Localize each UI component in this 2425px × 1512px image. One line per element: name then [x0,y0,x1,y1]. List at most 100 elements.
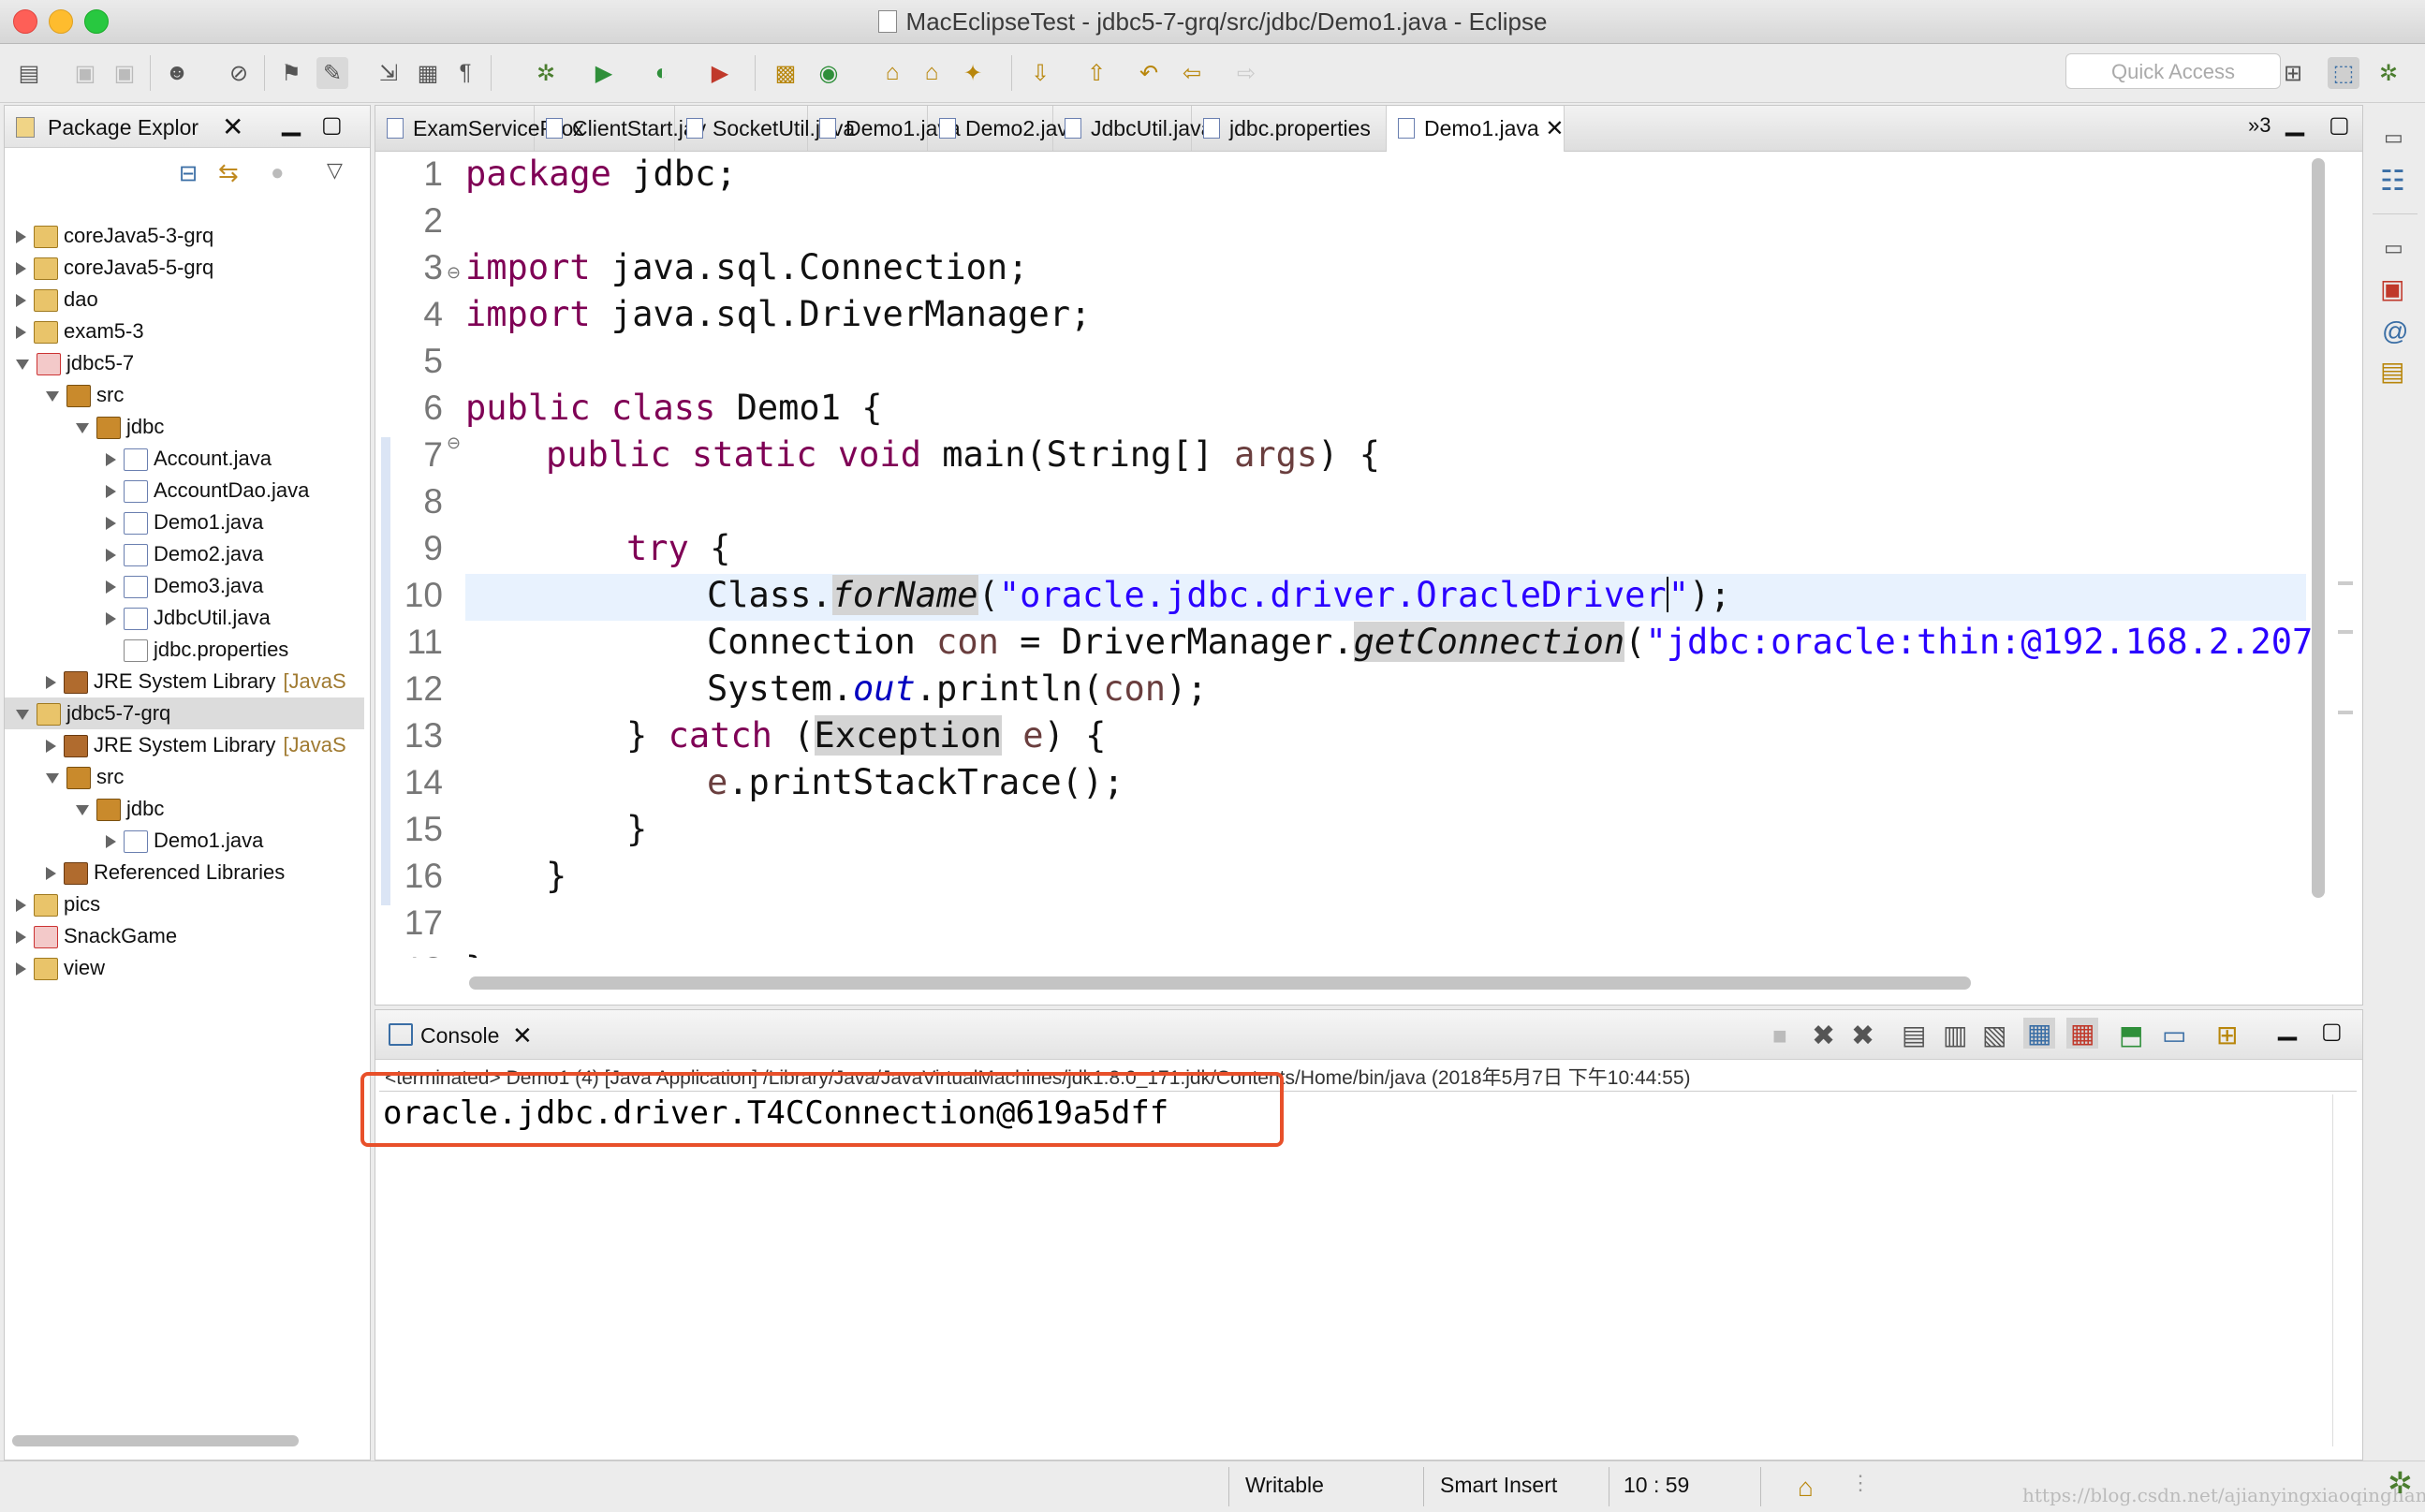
external-tools-icon[interactable]: ▶ [704,57,736,89]
collapsed-arrow-icon[interactable] [16,931,26,945]
fold-method-icon[interactable]: ⊖ [447,433,461,453]
tree-item[interactable]: JdbcUtil.java [106,602,271,634]
expanded-arrow-icon[interactable] [46,390,59,402]
collapsed-arrow-icon[interactable] [46,740,56,754]
run-icon[interactable]: ▶ [588,57,620,89]
editor-tab[interactable]: ClientStart.jav [535,106,706,151]
outline-icon[interactable]: ☷ [2380,165,2405,198]
new-wizard-icon[interactable]: ▤ [13,57,45,89]
editor-minimize-icon[interactable]: ▁ [2285,108,2304,137]
quick-access-field[interactable]: Quick Access [2065,53,2281,89]
tree-item[interactable]: jdbc [76,411,164,443]
open-task-icon[interactable]: ⌂ [916,57,948,89]
tree-item[interactable]: src [46,379,124,411]
progress-icon[interactable]: ⌂ [1798,1473,1814,1503]
coverage-icon[interactable]: ◐ [646,57,678,89]
word-wrap-icon[interactable]: ▧ [1982,1020,2006,1050]
open-type-icon[interactable]: ⚑ [275,57,307,89]
editor-tab[interactable]: JdbcUtil.java [1053,106,1212,151]
javadoc-icon[interactable]: @ [2382,316,2408,346]
restore-icon[interactable]: ▭ [2384,125,2403,150]
new-java-project-icon[interactable]: ▩ [770,57,801,89]
tree-item[interactable]: view [16,952,105,984]
expanded-arrow-icon[interactable] [16,709,29,720]
expanded-arrow-icon[interactable] [46,772,59,784]
editor-tab[interactable]: ExamServiceProx [375,106,584,151]
open-perspective-icon[interactable]: ⊞ [2277,57,2309,89]
toggle-block-selection-icon[interactable]: ¶ [449,57,481,89]
tree-item[interactable]: JRE System Library [JavaS [46,666,346,697]
overview-ruler-mark[interactable] [2338,711,2353,714]
open-console-icon[interactable]: ⊞ [2216,1020,2238,1050]
console-close-icon[interactable]: ✕ [512,1021,533,1050]
collapsed-arrow-icon[interactable] [16,326,26,340]
expanded-arrow-icon[interactable] [16,359,29,370]
tree-item[interactable]: Demo1.java [106,506,263,538]
tree-item[interactable]: Account.java [106,443,272,475]
forward-icon[interactable]: ⇨ [1230,57,1262,89]
collapsed-arrow-icon[interactable] [16,230,26,244]
tree-item[interactable]: Referenced Libraries [46,857,285,888]
new-class-icon[interactable]: ◉ [813,57,845,89]
close-tab-icon[interactable]: ✕ [1539,116,1564,141]
collapsed-arrow-icon[interactable] [16,962,26,976]
collapsed-arrow-icon[interactable] [106,549,116,563]
overview-ruler-mark[interactable] [2338,630,2353,634]
collapsed-arrow-icon[interactable] [106,453,116,467]
scroll-lock-icon[interactable]: ▥ [1943,1020,1967,1050]
skip-breakpoints-icon[interactable]: ⊘ [223,57,255,89]
next-edit-icon[interactable]: ⇩ [1024,57,1056,89]
restore-icon-2[interactable]: ▭ [2384,236,2403,260]
next-annotation-icon[interactable]: ⇲ [373,57,404,89]
collapsed-arrow-icon[interactable] [16,262,26,276]
collapsed-arrow-icon[interactable] [106,835,116,849]
last-edit-location-icon[interactable]: ↶ [1133,57,1165,89]
tree-item[interactable]: jdbc [76,793,164,825]
collapsed-arrow-icon[interactable] [16,899,26,913]
editor-tab[interactable]: Demo1.java [808,106,961,151]
tree-item[interactable]: SnackGame [16,920,177,952]
tree-item[interactable]: Demo1.java [106,825,263,857]
problems-icon[interactable]: ▣ [2380,273,2404,304]
console-maximize-icon[interactable]: ▢ [2321,1018,2343,1045]
open-folder-icon[interactable]: ⌂ [876,57,908,89]
remove-all-terminated-icon[interactable]: ✖ [1851,1020,1874,1052]
editor-maximize-icon[interactable]: ▢ [2329,111,2350,139]
collapsed-arrow-icon[interactable] [16,294,26,308]
editor-tab[interactable]: SocketUtil.java [675,106,855,151]
expanded-arrow-icon[interactable] [76,422,89,433]
show-whitespace-icon[interactable]: ▦ [412,57,444,89]
collapsed-arrow-icon[interactable] [46,867,56,881]
save-all-icon[interactable]: ▣ [109,57,140,89]
back-icon[interactable]: ⇦ [1176,57,1208,89]
tree-item[interactable]: Demo3.java [106,570,263,602]
show-console-on-stderr-icon[interactable]: ▦ [2066,1018,2099,1049]
tree-item[interactable]: jdbc5-7 [16,347,134,379]
collapsed-arrow-icon[interactable] [46,676,56,690]
tree-item[interactable]: jdbc5-7-grq [5,697,364,729]
fold-import-icon[interactable]: ⊖ [447,263,461,283]
horizontal-scrollbar[interactable] [12,1435,299,1446]
tree-item[interactable]: dao [16,284,98,316]
console-tab[interactable]: Console [420,1023,499,1049]
debug-icon[interactable]: ✲ [530,57,562,89]
tree-item[interactable]: JRE System Library [JavaS [46,729,346,761]
console-minimize-icon[interactable]: ▁ [2278,1012,2297,1041]
code-area[interactable]: 123456789101112131415161718 ⊖ ⊖ package … [375,151,2315,958]
tree-item[interactable]: coreJava5-5-grq [16,252,213,284]
terminate-icon[interactable]: ■ [1772,1021,1787,1050]
collapsed-arrow-icon[interactable] [106,485,116,499]
java-perspective-icon[interactable]: ⬚ [2328,57,2359,89]
tree-item[interactable]: pics [16,888,100,920]
editor-tab[interactable]: Demo1.java ✕ [1387,106,1565,152]
profile-icon[interactable]: ☻ [161,57,193,89]
collapsed-arrow-icon[interactable] [106,612,116,626]
overview-ruler-mark[interactable] [2338,581,2353,585]
previous-edit-icon[interactable]: ⇧ [1080,57,1112,89]
tree-item[interactable]: AccountDao.java [106,475,309,506]
remove-launch-icon[interactable]: ✖ [1812,1020,1835,1052]
tree-item[interactable]: Demo2.java [106,538,263,570]
debug-perspective-icon[interactable]: ✲ [2373,57,2404,89]
tree-item[interactable]: exam5-3 [16,316,144,347]
editor-horizontal-scrollbar[interactable] [469,976,1971,990]
